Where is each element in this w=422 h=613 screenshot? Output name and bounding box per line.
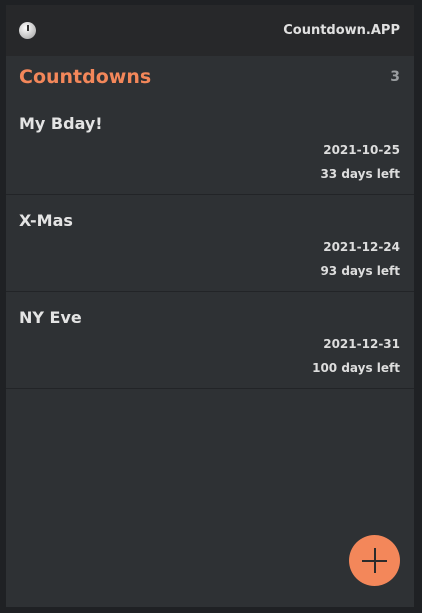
app-brand: Countdown.APP bbox=[283, 23, 400, 38]
countdown-date: 2021-12-31 bbox=[323, 337, 400, 351]
add-countdown-button[interactable] bbox=[349, 535, 400, 586]
list-header: Countdowns 3 bbox=[6, 56, 414, 98]
list-item[interactable]: My Bday! 2021-10-25 33 days left bbox=[6, 98, 414, 195]
countdown-name: My Bday! bbox=[19, 114, 103, 133]
countdown-date: 2021-12-24 bbox=[323, 240, 400, 254]
app-window: Countdown.APP Countdowns 3 My Bday! 2021… bbox=[6, 5, 414, 607]
days-left: 100 days left bbox=[312, 361, 400, 375]
countdown-name: X-Mas bbox=[19, 211, 73, 230]
countdown-count: 3 bbox=[390, 69, 400, 85]
list-item[interactable]: X-Mas 2021-12-24 93 days left bbox=[6, 195, 414, 292]
app-header: Countdown.APP bbox=[6, 5, 414, 56]
page-title: Countdowns bbox=[19, 66, 152, 88]
days-left: 33 days left bbox=[320, 167, 400, 181]
clock-icon bbox=[19, 22, 36, 39]
days-left: 93 days left bbox=[320, 264, 400, 278]
countdown-date: 2021-10-25 bbox=[323, 143, 400, 157]
list-item[interactable]: NY Eve 2021-12-31 100 days left bbox=[6, 292, 414, 389]
countdown-name: NY Eve bbox=[19, 308, 82, 327]
